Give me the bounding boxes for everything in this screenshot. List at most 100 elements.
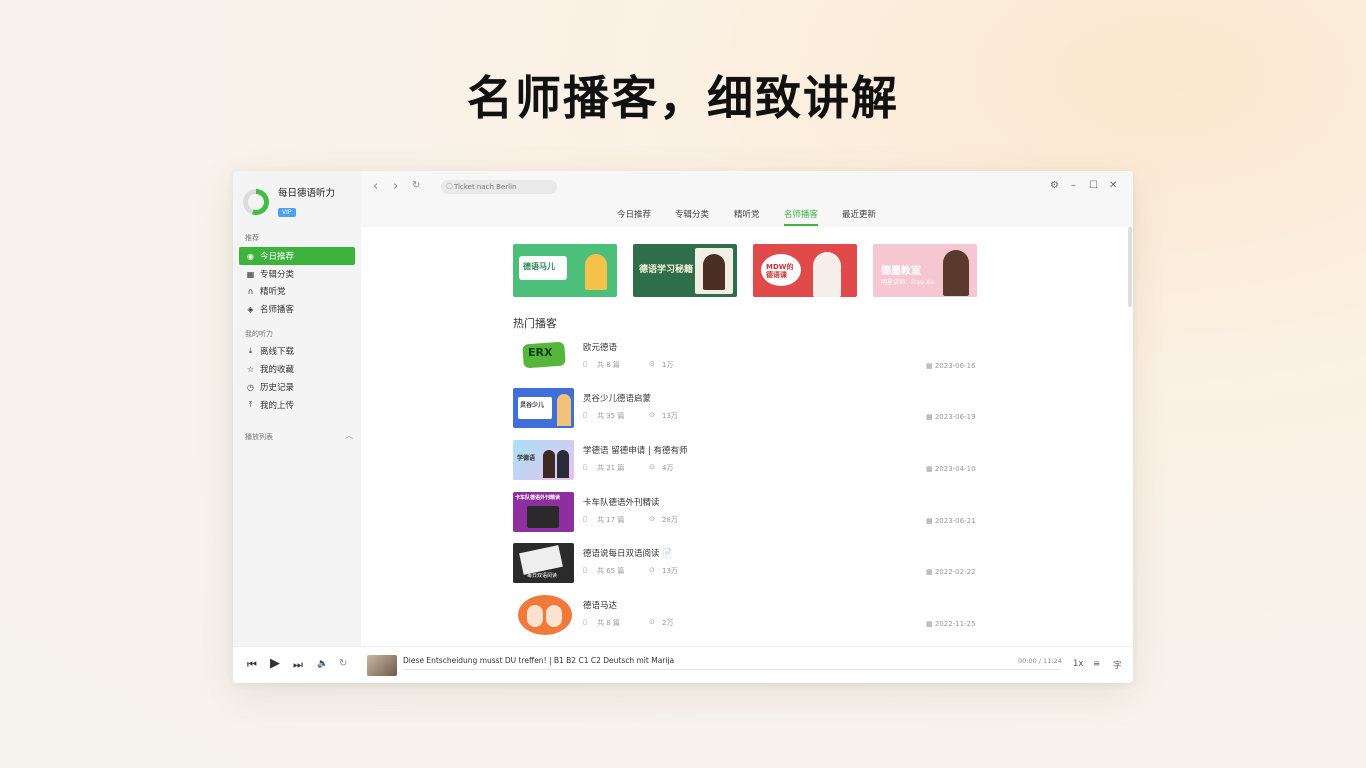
banner-text: 德墨教室 bbox=[881, 266, 921, 277]
section-label-recommend: 推荐 bbox=[245, 234, 259, 242]
book-icon: ▯ bbox=[583, 463, 587, 471]
play-count-icon: ⊙ bbox=[649, 411, 655, 419]
maximize-icon[interactable]: ☐ bbox=[1089, 180, 1098, 191]
next-icon[interactable]: ⏭ bbox=[293, 658, 303, 672]
tab-bar: 今日推荐 专辑分类 精听党 名师播客 最近更新 bbox=[361, 207, 1133, 227]
podcast-title: 学德语 留德申请 | 有德有师 bbox=[583, 446, 688, 456]
sidebar-item-favorites[interactable]: ☆ 我的收藏 bbox=[239, 360, 355, 378]
sidebar-item-offline[interactable]: ⤓ 离线下载 bbox=[239, 342, 355, 360]
podcast-row[interactable]: 卡车队德语外刊精读 卡车队德语外刊精读 ▯ 共 17 篇 ⊙ 28万 ▦ 202… bbox=[513, 492, 977, 534]
episode-count: 共 65 篇 bbox=[597, 567, 625, 575]
tab-recent[interactable]: 最近更新 bbox=[842, 208, 876, 220]
play-count: 2万 bbox=[662, 619, 674, 627]
date-text: 2023-04-10 bbox=[934, 465, 976, 473]
lyrics-button[interactable]: 字 bbox=[1113, 659, 1122, 671]
podcast-title: 灵谷少儿德语启蒙 bbox=[583, 394, 652, 404]
sidebar-item-intensive[interactable]: ∩ 精听党 bbox=[239, 282, 355, 300]
banner-text: 德语学习秘籍 bbox=[639, 265, 694, 275]
banner-card[interactable]: MDW的德语课 bbox=[753, 244, 857, 297]
podcast-title: 卡车队德语外刊精读 bbox=[583, 498, 660, 508]
thumbnail-text: 每日双语阅读 bbox=[527, 573, 558, 579]
download-icon: ⤓ bbox=[248, 346, 253, 355]
refresh-icon[interactable]: ↻ bbox=[412, 180, 420, 191]
play-count-icon: ⊙ bbox=[649, 463, 655, 471]
sidebar-item-albums[interactable]: ▦ 专辑分类 bbox=[239, 265, 355, 283]
minimize-icon[interactable]: – bbox=[1071, 180, 1076, 191]
play-count: 1万 bbox=[662, 361, 674, 369]
podcast-row[interactable]: ERX 欧元德语 ▯ 共 8 篇 ⊙ 1万 ▦ 2023-06-16 bbox=[513, 337, 977, 379]
play-count-icon: ⊙ bbox=[649, 566, 655, 574]
podcast-thumbnail: ERX bbox=[513, 337, 574, 377]
headphones-icon: ∩ bbox=[247, 286, 254, 296]
loop-icon[interactable]: ↻ bbox=[339, 658, 347, 669]
banner-subtext: 明星讲师：Frau Xu bbox=[881, 279, 934, 286]
banner-card[interactable]: 德墨教室 明星讲师：Frau Xu bbox=[873, 244, 977, 297]
banner-card[interactable]: 德语马儿 bbox=[513, 244, 617, 297]
chevron-up-icon[interactable]: ︿ bbox=[345, 430, 353, 441]
play-count: 13万 bbox=[662, 412, 678, 420]
thumbnail-text: ERX bbox=[528, 346, 553, 359]
search-icon: ○ bbox=[446, 181, 453, 190]
play-count-icon: ⊙ bbox=[649, 618, 655, 626]
scrollbar[interactable] bbox=[1128, 227, 1132, 307]
section-title: 热门播客 bbox=[513, 317, 557, 330]
content-area: 德语马儿 德语学习秘籍 MDW的德语课 德墨教室 明星讲师：Frau Xu 热门… bbox=[361, 227, 1133, 646]
podcast-row[interactable]: 灵谷少儿 灵谷少儿德语启蒙 ▯ 共 35 篇 ⊙ 13万 ▦ 2023-06-1… bbox=[513, 388, 977, 430]
app-logo-icon bbox=[243, 188, 269, 215]
grid-icon: ▦ bbox=[246, 269, 255, 279]
date-text: 2022-11-25 bbox=[934, 620, 976, 628]
app-brand: 每日德语听力 VIP bbox=[243, 185, 335, 218]
sidebar-item-podcasts[interactable]: ◈ 名师播客 bbox=[239, 300, 355, 318]
search-input[interactable] bbox=[441, 180, 557, 194]
speed-button[interactable]: 1x bbox=[1073, 659, 1083, 669]
progress-bar[interactable] bbox=[403, 669, 1061, 670]
playlist-label[interactable]: 播放列表 bbox=[245, 432, 273, 442]
update-date: ▦ 2023-06-19 bbox=[926, 413, 976, 421]
episode-count: 共 8 篇 bbox=[597, 361, 620, 369]
vip-badge[interactable]: VIP bbox=[278, 208, 296, 217]
book-icon: ▯ bbox=[583, 515, 587, 523]
settings-icon[interactable]: ⚙ bbox=[1050, 180, 1059, 191]
play-count-icon: ⊙ bbox=[649, 515, 655, 523]
podcast-row[interactable]: 学德语 学德语 留德申请 | 有德有师 ▯ 共 21 篇 ⊙ 4万 ▦ 2023… bbox=[513, 440, 977, 482]
clock-icon: ◷ bbox=[247, 382, 254, 392]
page-headline: 名师播客，细致讲解 bbox=[467, 71, 899, 125]
app-window: 每日德语听力 VIP 推荐 ◉ 今日推荐 ▦ 专辑分类 ∩ 精听党 ◈ 名师播客… bbox=[233, 171, 1133, 683]
play-icon[interactable]: ▶ bbox=[270, 656, 280, 671]
playlist-icon[interactable]: ≡ bbox=[1093, 659, 1100, 669]
sidebar-item-uploads[interactable]: ⤒ 我的上传 bbox=[239, 396, 355, 414]
episode-count: 共 21 篇 bbox=[597, 464, 625, 472]
track-title: Diese Entscheidung musst DU treffen! | B… bbox=[403, 656, 675, 665]
player-bar: ⏮ ▶ ⏭ 🔈 ↻ Diese Entscheidung musst DU tr… bbox=[233, 646, 1133, 683]
sidebar-item-today[interactable]: ◉ 今日推荐 bbox=[239, 247, 355, 265]
close-icon[interactable]: ✕ bbox=[1109, 180, 1117, 191]
previous-icon[interactable]: ⏮ bbox=[247, 658, 257, 672]
book-icon: ▯ bbox=[583, 566, 587, 574]
back-icon[interactable]: ‹ bbox=[373, 179, 378, 194]
play-count-icon: ⊙ bbox=[649, 360, 655, 368]
compass-icon: ◉ bbox=[247, 251, 254, 261]
podcast-thumbnail bbox=[513, 595, 574, 635]
play-count: 4万 bbox=[662, 464, 674, 472]
podcast-row[interactable]: 德语马达 ▯ 共 8 篇 ⊙ 2万 ▦ 2022-11-25 bbox=[513, 595, 977, 637]
podcast-title: 德语说每日双语阅读 📄 bbox=[583, 549, 673, 559]
sidebar-item-history[interactable]: ◷ 历史记录 bbox=[239, 378, 355, 396]
tab-albums[interactable]: 专辑分类 bbox=[675, 208, 709, 220]
app-name: 每日德语听力 bbox=[278, 188, 336, 199]
date-text: 2023-06-16 bbox=[934, 362, 976, 370]
book-icon: ▯ bbox=[583, 618, 587, 626]
sidebar-item-label: 历史记录 bbox=[260, 383, 295, 393]
podcast-row[interactable]: 每日双语阅读 德语说每日双语阅读 📄 ▯ 共 65 篇 ⊙ 13万 ▦ 2022… bbox=[513, 543, 977, 585]
thumbnail-text: 灵谷少儿 bbox=[520, 402, 545, 409]
volume-icon[interactable]: 🔈 bbox=[317, 659, 328, 669]
episode-count: 共 35 篇 bbox=[597, 412, 625, 420]
podcast-thumbnail: 学德语 bbox=[513, 440, 574, 480]
banner-card[interactable]: 德语学习秘籍 bbox=[633, 244, 737, 297]
update-date: ▦ 2022-11-25 bbox=[926, 620, 976, 628]
tab-today[interactable]: 今日推荐 bbox=[617, 208, 651, 220]
tab-intensive[interactable]: 精听党 bbox=[734, 208, 760, 220]
update-date: ▦ 2023-04-10 bbox=[926, 465, 976, 473]
tab-podcasts[interactable]: 名师播客 bbox=[784, 208, 819, 226]
forward-icon[interactable]: › bbox=[393, 179, 398, 194]
track-thumbnail[interactable] bbox=[367, 655, 397, 676]
